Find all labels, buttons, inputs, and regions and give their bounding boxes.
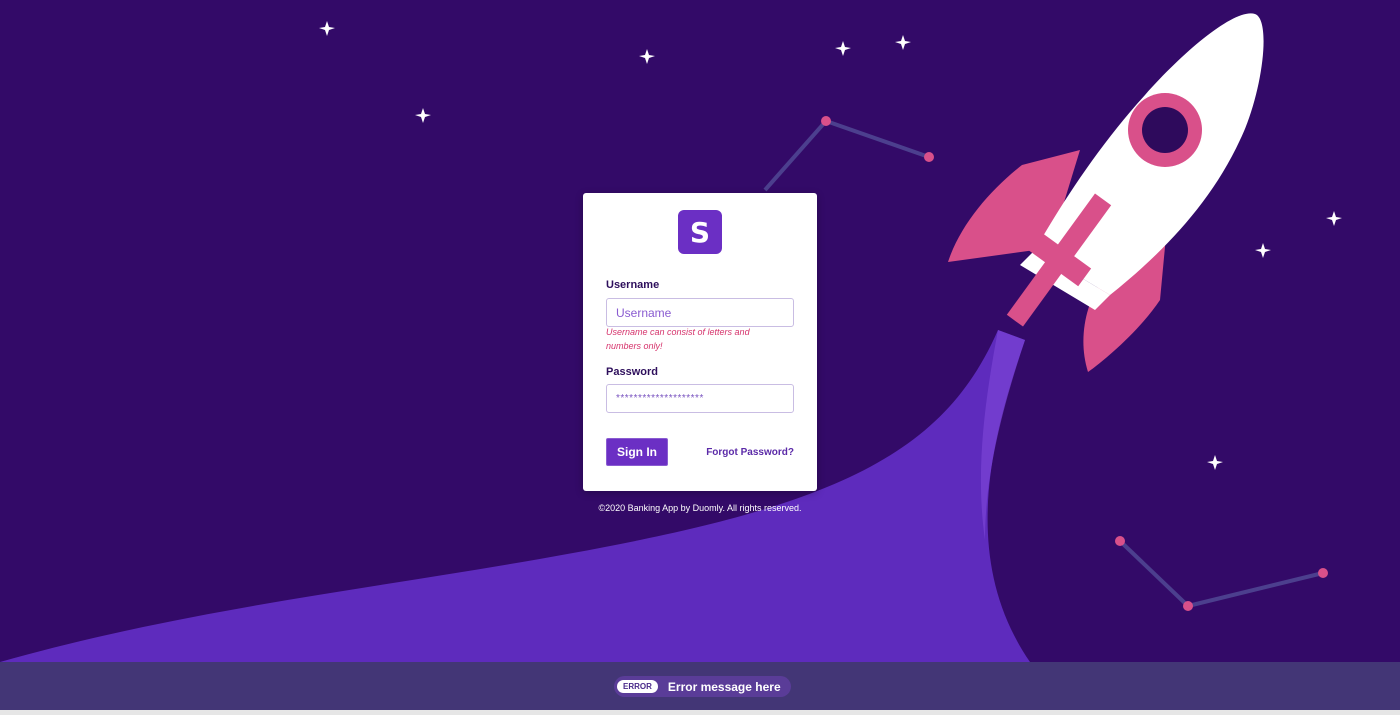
logo-letter: S (689, 215, 711, 249)
star-icon (895, 35, 911, 50)
app-logo: S (678, 210, 722, 254)
constellation-top (763, 119, 930, 192)
error-message: Error message here (667, 679, 781, 694)
constellation-bottom (1118, 539, 1324, 608)
rocket-illustration (948, 13, 1264, 372)
constellation-dot (1183, 601, 1193, 611)
copyright-text: ©2020 Banking App by Duomly. All rights … (598, 503, 802, 513)
constellation-dot (1318, 568, 1328, 578)
error-badge: ERROR (617, 680, 658, 693)
rocket-exhaust-trail (0, 330, 1030, 662)
star-icon (319, 21, 335, 36)
star-icon (1255, 243, 1271, 258)
constellation-dot (821, 116, 831, 126)
login-card: S Username Username can consist of lette… (583, 193, 817, 491)
forgot-password-link[interactable]: Forgot Password? (706, 447, 794, 458)
constellation-dot (924, 152, 934, 162)
star-icon (1326, 211, 1342, 226)
star-icon (1207, 455, 1223, 470)
username-label: Username (606, 279, 660, 291)
constellation-dot (1115, 536, 1125, 546)
star-icon (415, 108, 431, 123)
sign-in-button[interactable]: Sign In (606, 438, 668, 466)
star-icon (835, 41, 851, 56)
bottom-strip (0, 710, 1400, 715)
star-icon (639, 49, 655, 64)
rocket-window (1142, 107, 1188, 153)
error-notification: ERROR Error message here (614, 676, 791, 697)
password-input[interactable] (606, 384, 794, 413)
username-input[interactable] (606, 298, 794, 327)
password-label: Password (606, 366, 658, 378)
username-validation-hint: Username can consist of letters and numb… (606, 327, 750, 351)
